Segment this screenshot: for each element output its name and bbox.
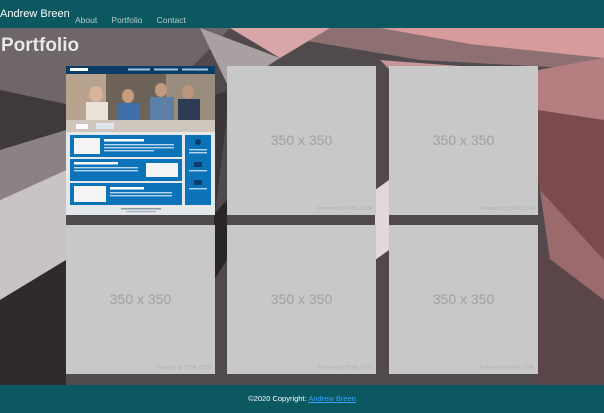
page-footer: ©2020 Copyright: Andrew Breen xyxy=(0,385,604,413)
placeholder-credit: Powered by HTML.COM xyxy=(156,365,211,371)
placeholder-size-label: 350 x 350 xyxy=(270,132,333,148)
portfolio-item-placeholder[interactable]: 350 x 350 Powered by HTML.COM xyxy=(227,225,376,374)
portfolio-item-placeholder[interactable]: 350 x 350 Powered by HTML.COM xyxy=(389,225,538,374)
nav-link-portfolio[interactable]: Portfolio xyxy=(111,14,142,26)
portfolio-item-website-thumbnail[interactable] xyxy=(66,66,215,215)
placeholder-credit: Powered by HTML.COM xyxy=(317,206,372,212)
placeholder-size-label: 350 x 350 xyxy=(432,132,495,148)
top-navbar: Andrew Breen About Portfolio Contact xyxy=(0,0,604,28)
brand-link[interactable]: Andrew Breen xyxy=(0,7,70,21)
website-screenshot-image xyxy=(66,66,215,215)
placeholder-credit: Powered by HTML.COM xyxy=(317,365,372,371)
footer-author-link[interactable]: Andrew Breen xyxy=(308,394,356,403)
page-title: Portfolio xyxy=(1,35,80,56)
footer-copyright: ©2020 Copyright: Andrew Breen xyxy=(0,394,604,404)
nav-link-about[interactable]: About xyxy=(75,14,97,26)
portfolio-item-placeholder[interactable]: 350 x 350 Powered by HTML.COM xyxy=(66,225,215,374)
placeholder-size-label: 350 x 350 xyxy=(432,291,495,307)
placeholder-size-label: 350 x 350 xyxy=(109,291,172,307)
placeholder-credit: Powered by HTML.COM xyxy=(479,365,534,371)
nav-links: About Portfolio Contact xyxy=(75,8,195,27)
portfolio-item-placeholder[interactable]: 350 x 350 Powered by HTML.COM xyxy=(389,66,538,215)
placeholder-credit: Powered by HTML.COM xyxy=(479,206,534,212)
copyright-text: ©2020 Copyright: xyxy=(248,394,309,403)
placeholder-size-label: 350 x 350 xyxy=(270,291,333,307)
nav-link-contact[interactable]: Contact xyxy=(157,14,186,26)
portfolio-grid: 350 x 350 Powered by HTML.COM 350 x 350 … xyxy=(66,66,538,374)
portfolio-item-placeholder[interactable]: 350 x 350 Powered by HTML.COM xyxy=(227,66,376,215)
